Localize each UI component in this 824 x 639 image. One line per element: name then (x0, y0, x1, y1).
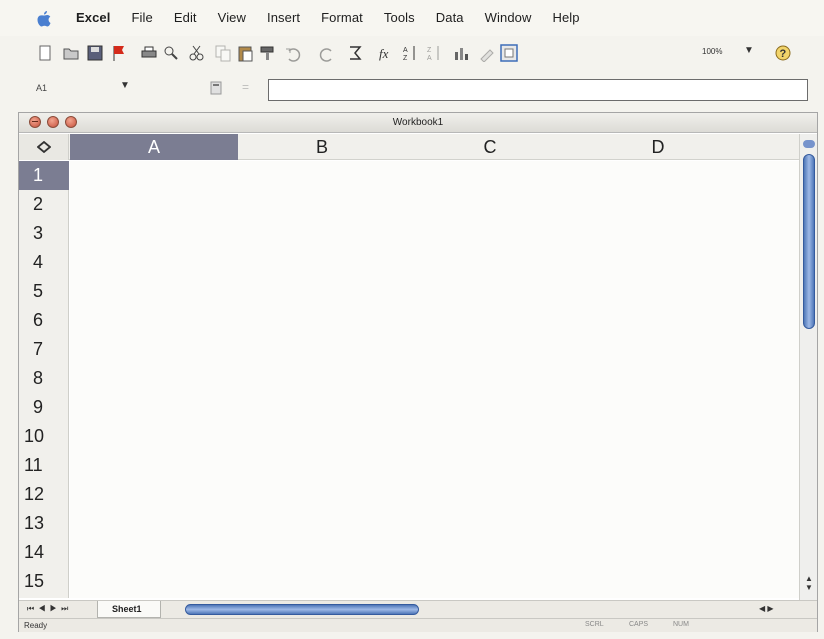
row-header-3[interactable]: 3 (19, 219, 69, 248)
row-headers: 1 2 3 4 5 6 7 8 9 10 11 12 13 14 15 (19, 161, 69, 598)
row-header-15[interactable]: 15 (19, 567, 69, 596)
horizontal-scroll-arrows[interactable]: ◀ ▶ (759, 604, 774, 613)
menu-window[interactable]: Window (485, 10, 532, 25)
select-all-icon (37, 141, 51, 153)
row-header-12[interactable]: 12 (19, 480, 69, 509)
copy-icon[interactable] (214, 44, 232, 62)
sheet-tab-bar: ⏮ ◀ ▶ ⏭ Sheet1 ◀ ▶ (19, 600, 817, 618)
chart-wizard-icon[interactable] (452, 44, 470, 62)
svg-text:A: A (403, 47, 408, 54)
select-all-button[interactable] (19, 134, 69, 160)
autosum-icon[interactable] (346, 44, 364, 62)
vertical-split-handle[interactable] (803, 140, 815, 148)
sheet-tab-sheet1[interactable]: Sheet1 (97, 601, 161, 618)
menu-edit[interactable]: Edit (174, 10, 197, 25)
vertical-scroll-arrows[interactable]: ▲ ▼ (805, 574, 813, 592)
zoom-value[interactable]: 100% (702, 47, 722, 56)
flag-icon[interactable] (110, 44, 128, 62)
column-header-d[interactable]: D (574, 134, 742, 160)
status-indicator-caps: CAPS (629, 621, 649, 628)
column-header-c[interactable]: C (406, 134, 574, 160)
row-header-5[interactable]: 5 (19, 277, 69, 306)
row-header-2[interactable]: 2 (19, 190, 69, 219)
status-indicator-scrl: SCRL (585, 621, 604, 628)
row-header-6[interactable]: 6 (19, 306, 69, 335)
formula-input[interactable] (268, 79, 808, 101)
menu-format[interactable]: Format (321, 10, 363, 25)
help-icon[interactable]: ? (774, 44, 792, 62)
menu-help[interactable]: Help (552, 10, 579, 25)
column-header-b[interactable]: B (238, 134, 406, 160)
formula-equals: = (242, 80, 250, 94)
svg-text:?: ? (780, 48, 787, 60)
menu-insert[interactable]: Insert (267, 10, 300, 25)
row-header-8[interactable]: 8 (19, 364, 69, 393)
menu-bar: Excel File Edit View Insert Format Tools… (0, 0, 824, 36)
print-icon[interactable] (140, 44, 158, 62)
status-bar: Ready SCRL CAPS NUM (19, 618, 817, 632)
row-header-1[interactable]: 1 (19, 161, 69, 190)
apple-icon[interactable] (36, 10, 52, 27)
sort-ascending-icon[interactable]: AZ (402, 44, 420, 62)
column-headers: A B C D (19, 134, 799, 160)
redo-icon[interactable] (318, 44, 336, 62)
horizontal-scrollbar[interactable] (185, 604, 785, 616)
svg-text:A: A (427, 55, 432, 62)
save-icon[interactable] (86, 44, 104, 62)
undo-icon[interactable] (284, 44, 302, 62)
drawing-icon[interactable] (478, 44, 496, 62)
menu-data[interactable]: Data (436, 10, 464, 25)
status-indicator-num: NUM (673, 621, 689, 628)
name-box[interactable]: A1 (36, 83, 47, 93)
new-icon[interactable] (36, 44, 54, 62)
function-icon[interactable]: fx (376, 44, 394, 62)
svg-text:Z: Z (403, 55, 408, 62)
name-box-dropdown-icon[interactable]: ▼ (120, 80, 130, 91)
window-title: Workbook1 (392, 117, 444, 128)
menu-view[interactable]: View (218, 10, 246, 25)
row-header-11[interactable]: 11 (19, 451, 69, 480)
window-titlebar[interactable]: Workbook1 (19, 113, 817, 133)
format-painter-icon[interactable] (258, 44, 276, 62)
menu-excel[interactable]: Excel (76, 10, 110, 25)
vertical-scrollbar[interactable]: ▲ ▼ (799, 134, 817, 600)
row-header-9[interactable]: 9 (19, 393, 69, 422)
row-header-14[interactable]: 14 (19, 538, 69, 567)
workbook-window: Workbook1 A B C D 1 2 3 4 5 6 7 8 9 10 1… (18, 112, 818, 632)
svg-text:Z: Z (427, 47, 432, 54)
calculator-icon[interactable] (208, 80, 224, 96)
cell-grid[interactable] (70, 161, 799, 598)
open-icon[interactable] (62, 44, 80, 62)
row-header-10[interactable]: 10 (19, 422, 69, 451)
row-header-13[interactable]: 13 (19, 509, 69, 538)
vertical-scroll-thumb[interactable] (803, 154, 815, 329)
status-text: Ready (24, 621, 48, 630)
print-preview-icon[interactable] (162, 44, 180, 62)
gallery-icon[interactable] (500, 44, 518, 62)
horizontal-scroll-thumb[interactable] (185, 604, 419, 615)
standard-toolbar: fx AZ ZA 100% ▼ ? (0, 36, 824, 74)
row-header-7[interactable]: 7 (19, 335, 69, 364)
row-header-4[interactable]: 4 (19, 248, 69, 277)
column-header-a[interactable]: A (70, 134, 238, 160)
menu-file[interactable]: File (131, 10, 152, 25)
menu-tools[interactable]: Tools (384, 10, 415, 25)
svg-text:fx: fx (379, 46, 389, 61)
cut-icon[interactable] (188, 44, 206, 62)
zoom-dropdown-icon[interactable]: ▼ (744, 45, 754, 56)
sheet-navigation-buttons[interactable]: ⏮ ◀ ▶ ⏭ (27, 604, 69, 614)
sort-descending-icon[interactable]: ZA (426, 44, 444, 62)
paste-icon[interactable] (236, 44, 254, 62)
